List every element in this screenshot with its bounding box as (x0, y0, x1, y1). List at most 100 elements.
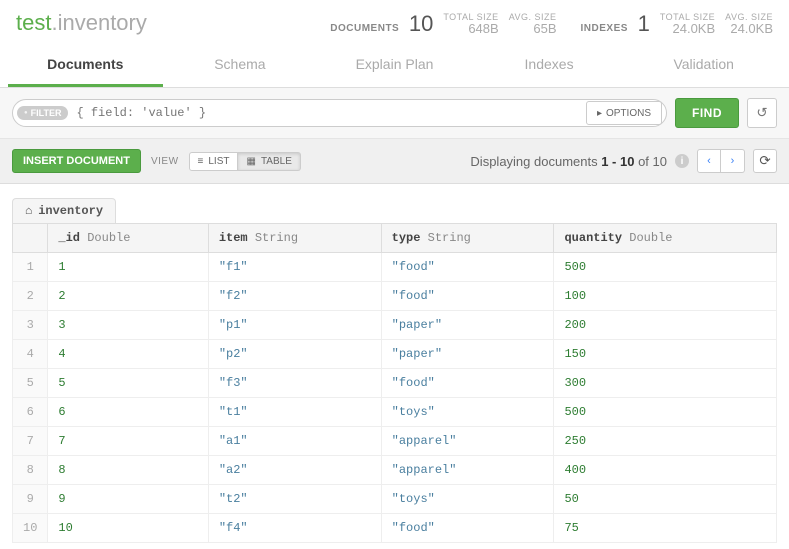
table-row[interactable]: 33"p1""paper"200 (13, 311, 777, 340)
insert-document-button[interactable]: INSERT DOCUMENT (12, 149, 141, 173)
view-label: VIEW (151, 156, 179, 167)
collection-breadcrumb[interactable]: ⌂ inventory (12, 198, 116, 223)
cell-item[interactable]: "a2" (208, 456, 381, 485)
reset-icon: ↺ (756, 105, 767, 121)
tab-validation[interactable]: Validation (626, 46, 781, 87)
chevron-right-icon: › (731, 155, 735, 167)
cell-_id[interactable]: 5 (48, 369, 208, 398)
row-number: 6 (13, 398, 48, 427)
cell-_id[interactable]: 2 (48, 282, 208, 311)
cell-_id[interactable]: 7 (48, 427, 208, 456)
stat-idx-avg-size: AVG. SIZE 24.0KB (725, 12, 773, 35)
stat-idx-total-size: TOTAL SIZE 24.0KB (660, 12, 715, 35)
cell-quantity[interactable]: 300 (554, 369, 777, 398)
row-number: 7 (13, 427, 48, 456)
cell-item[interactable]: "t2" (208, 485, 381, 514)
table-icon: ▦ (246, 156, 255, 167)
table-row[interactable]: 1010"f4""food"75 (13, 514, 777, 543)
cell-_id[interactable]: 9 (48, 485, 208, 514)
filter-badge: FILTER (17, 106, 68, 120)
caret-right-icon: ▸ (597, 108, 602, 119)
cell-item[interactable]: "f4" (208, 514, 381, 543)
cell-quantity[interactable]: 500 (554, 398, 777, 427)
cell-type[interactable]: "apparel" (381, 456, 554, 485)
view-table-button[interactable]: ▦TABLE (238, 152, 300, 171)
cell-type[interactable]: "food" (381, 514, 554, 543)
column-header-quantity[interactable]: quantity Double (554, 224, 777, 253)
namespace-title: test.inventory (16, 10, 147, 36)
cell-_id[interactable]: 1 (48, 253, 208, 282)
filter-box[interactable]: FILTER ▸OPTIONS (12, 99, 667, 127)
row-number: 5 (13, 369, 48, 398)
reset-button[interactable]: ↺ (747, 98, 777, 128)
table-row[interactable]: 66"t1""toys"500 (13, 398, 777, 427)
stat-indexes: INDEXES 1 (581, 13, 650, 35)
filter-input[interactable] (68, 106, 586, 120)
pager-text: Displaying documents 1 - 10 of 10 (470, 154, 667, 169)
find-button[interactable]: FIND (675, 98, 739, 128)
view-list-button[interactable]: ≡LIST (189, 152, 239, 171)
row-number: 2 (13, 282, 48, 311)
cell-_id[interactable]: 3 (48, 311, 208, 340)
row-number: 8 (13, 456, 48, 485)
cell-type[interactable]: "food" (381, 282, 554, 311)
cell-type[interactable]: "apparel" (381, 427, 554, 456)
info-icon[interactable]: i (675, 154, 689, 168)
cell-quantity[interactable]: 400 (554, 456, 777, 485)
stat-doc-avg-size: AVG. SIZE 65B (509, 12, 557, 35)
table-row[interactable]: 11"f1""food"500 (13, 253, 777, 282)
column-header-type[interactable]: type String (381, 224, 554, 253)
chevron-left-icon: ‹ (707, 155, 711, 167)
home-icon: ⌂ (25, 204, 32, 218)
table-row[interactable]: 88"a2""apparel"400 (13, 456, 777, 485)
database-name: test (16, 10, 51, 35)
cell-type[interactable]: "toys" (381, 398, 554, 427)
cell-_id[interactable]: 8 (48, 456, 208, 485)
table-row[interactable]: 99"t2""toys"50 (13, 485, 777, 514)
documents-table: _id Doubleitem Stringtype Stringquantity… (12, 223, 777, 543)
list-icon: ≡ (198, 156, 204, 167)
cell-item[interactable]: "f1" (208, 253, 381, 282)
tab-indexes[interactable]: Indexes (472, 46, 627, 87)
table-row[interactable]: 77"a1""apparel"250 (13, 427, 777, 456)
tab-explain-plan[interactable]: Explain Plan (317, 46, 472, 87)
refresh-button[interactable]: ⟳ (753, 149, 777, 173)
column-header-_id[interactable]: _id Double (48, 224, 208, 253)
cell-type[interactable]: "food" (381, 369, 554, 398)
cell-quantity[interactable]: 500 (554, 253, 777, 282)
cell-_id[interactable]: 10 (48, 514, 208, 543)
cell-type[interactable]: "paper" (381, 340, 554, 369)
cell-_id[interactable]: 6 (48, 398, 208, 427)
cell-quantity[interactable]: 250 (554, 427, 777, 456)
cell-quantity[interactable]: 100 (554, 282, 777, 311)
table-row[interactable]: 44"p2""paper"150 (13, 340, 777, 369)
cell-type[interactable]: "food" (381, 253, 554, 282)
cell-item[interactable]: "p1" (208, 311, 381, 340)
table-row[interactable]: 55"f3""food"300 (13, 369, 777, 398)
cell-type[interactable]: "toys" (381, 485, 554, 514)
page-prev-button[interactable]: ‹ (697, 149, 721, 173)
cell-item[interactable]: "f3" (208, 369, 381, 398)
tab-documents[interactable]: Documents (8, 46, 163, 87)
cell-quantity[interactable]: 75 (554, 514, 777, 543)
cell-item[interactable]: "p2" (208, 340, 381, 369)
cell-item[interactable]: "f2" (208, 282, 381, 311)
tab-schema[interactable]: Schema (163, 46, 318, 87)
table-row[interactable]: 22"f2""food"100 (13, 282, 777, 311)
column-header-item[interactable]: item String (208, 224, 381, 253)
collection-name: inventory (58, 10, 147, 35)
cell-type[interactable]: "paper" (381, 311, 554, 340)
row-number: 1 (13, 253, 48, 282)
row-number: 9 (13, 485, 48, 514)
row-number: 4 (13, 340, 48, 369)
page-next-button[interactable]: › (721, 149, 745, 173)
cell-item[interactable]: "t1" (208, 398, 381, 427)
cell-quantity[interactable]: 200 (554, 311, 777, 340)
tab-bar: Documents Schema Explain Plan Indexes Va… (0, 46, 789, 88)
cell-quantity[interactable]: 50 (554, 485, 777, 514)
cell-item[interactable]: "a1" (208, 427, 381, 456)
cell-_id[interactable]: 4 (48, 340, 208, 369)
cell-quantity[interactable]: 150 (554, 340, 777, 369)
stat-documents: DOCUMENTS 10 (330, 13, 433, 35)
options-button[interactable]: ▸OPTIONS (586, 101, 662, 125)
